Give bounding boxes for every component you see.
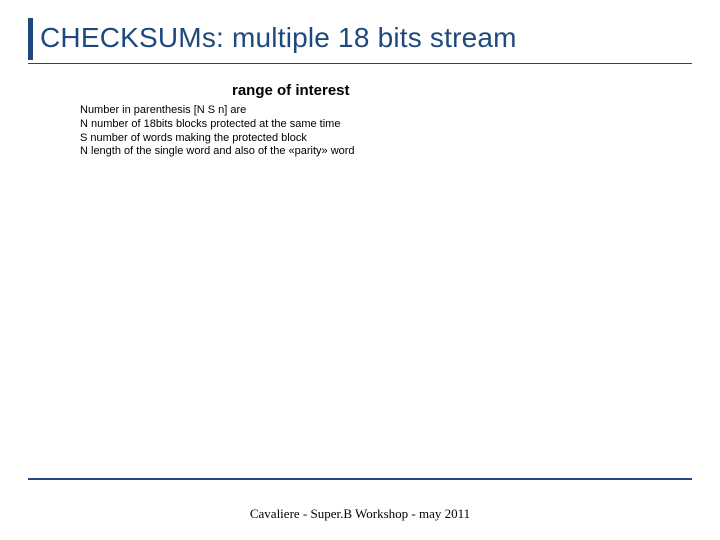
slide: CHECKSUMs: multiple 18 bits stream range… bbox=[0, 0, 720, 540]
body-line-3: S number of words making the protected b… bbox=[80, 132, 355, 146]
title-accent-bar bbox=[28, 18, 33, 60]
body-text: Number in parenthesis [N S n] are N numb… bbox=[80, 104, 355, 159]
body-line-4: N length of the single word and also of … bbox=[80, 145, 355, 159]
title-block: CHECKSUMs: multiple 18 bits stream bbox=[28, 18, 692, 62]
body-line-2: N number of 18bits blocks protected at t… bbox=[80, 118, 355, 132]
bottom-rule bbox=[28, 478, 692, 480]
body-line-1: Number in parenthesis [N S n] are bbox=[80, 104, 355, 118]
footer-text: Cavaliere - Super.B Workshop - may 2011 bbox=[0, 506, 720, 522]
subtitle: range of interest bbox=[232, 82, 350, 99]
page-title: CHECKSUMs: multiple 18 bits stream bbox=[28, 18, 692, 62]
title-underline bbox=[28, 63, 692, 64]
